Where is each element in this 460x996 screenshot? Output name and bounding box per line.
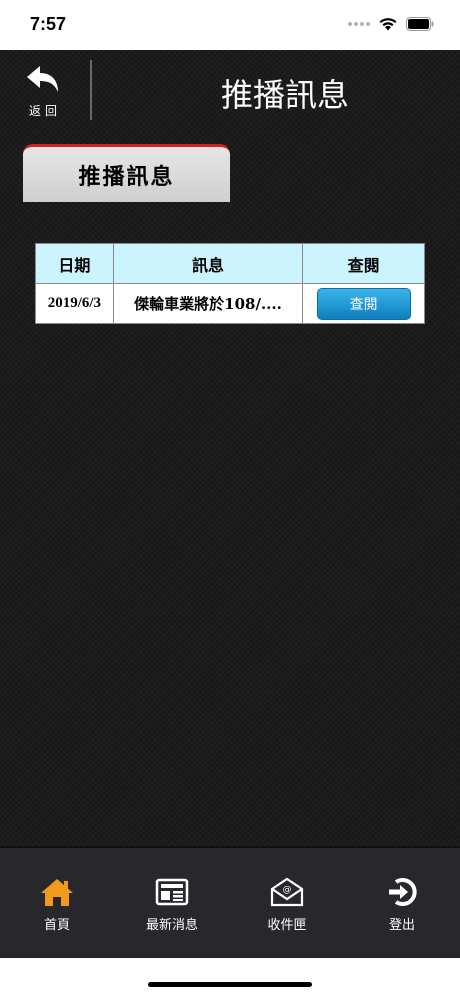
cell-date: 2019/6/3 (35, 283, 114, 324)
wifi-icon (379, 18, 397, 31)
inbox-icon: @ (270, 876, 304, 908)
column-header-message: 訊息 (112, 243, 304, 284)
tab-push-messages[interactable]: 推播訊息 (23, 144, 230, 202)
tab-logout[interactable]: 登出 (352, 876, 452, 936)
back-button[interactable]: 返回 (16, 62, 74, 124)
back-label: 返回 (28, 104, 61, 118)
back-arrow-icon (27, 66, 58, 92)
cell-action: 查閱 (302, 283, 425, 324)
header-divider (90, 60, 92, 120)
table-row: 2019/6/3 傑輪車業將於108/.... 查閱 (35, 283, 425, 324)
tab-inbox[interactable]: @ 收件匣 (237, 876, 337, 936)
tab-bar: 首頁 最新消息 @ 收件匣 登出 (0, 846, 460, 958)
cellular-signal-icon (348, 21, 370, 26)
app-screen: 返回 推播訊息 推播訊息 日期 訊息 查閱 2019/6/3 傑輪車業將於108… (0, 50, 460, 846)
cell-message: 傑輪車業將於108/.... (112, 283, 304, 324)
svg-text:@: @ (283, 885, 292, 895)
tab-home[interactable]: 首頁 (7, 876, 107, 936)
tab-label-news: 最新消息 (145, 918, 198, 933)
tab-label-logout: 登出 (388, 918, 415, 933)
status-bar: 7:57 (0, 0, 460, 50)
logout-icon (385, 876, 419, 908)
table-header-row: 日期 訊息 查閱 (35, 243, 425, 284)
news-icon (155, 876, 189, 908)
home-icon (40, 876, 74, 908)
tab-label-inbox: 收件匣 (267, 918, 307, 933)
column-header-view: 查閱 (302, 243, 425, 284)
page-title: 推播訊息 (220, 76, 349, 114)
status-time: 7:57 (30, 14, 67, 34)
status-indicators (348, 16, 434, 31)
battery-icon (406, 16, 434, 31)
tab-news[interactable]: 最新消息 (122, 876, 222, 936)
header: 返回 推播訊息 (0, 50, 460, 140)
message-table: 日期 訊息 查閱 2019/6/3 傑輪車業將於108/.... 查閱 (35, 243, 425, 324)
view-button[interactable]: 查閱 (316, 287, 411, 320)
home-indicator-area (0, 958, 460, 996)
tab-label-home: 首頁 (43, 918, 70, 933)
column-header-date: 日期 (35, 243, 114, 284)
home-indicator[interactable] (148, 982, 312, 987)
